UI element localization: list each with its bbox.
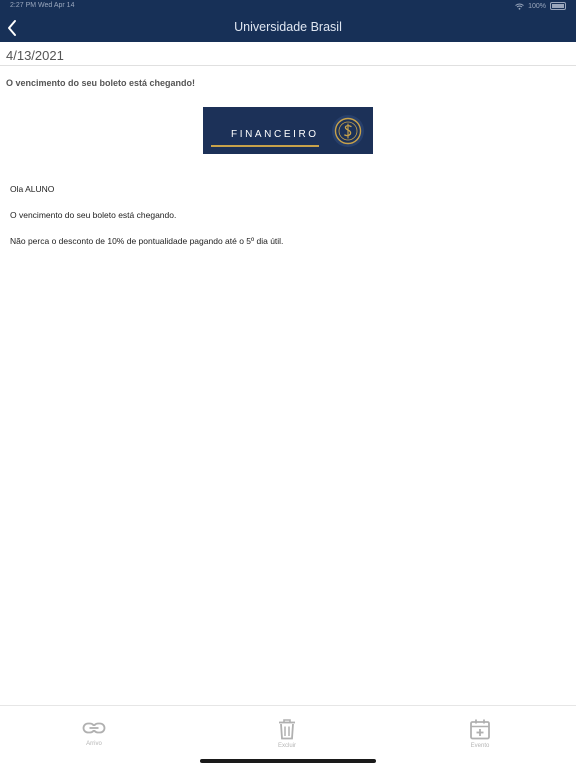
tab-label: Excluir <box>277 743 296 749</box>
battery-percent: 100% <box>528 2 546 10</box>
nav-header: 2:27 PM Wed Apr 14 100% Universidade Bra… <box>0 0 576 42</box>
banner-underline <box>211 145 319 147</box>
body-line-1: O vencimento do seu boleto está chegando… <box>10 210 177 220</box>
body-line-2: Não perca o desconto de 10% de pontualid… <box>10 236 284 246</box>
home-indicator <box>200 759 376 763</box>
tab-excluir[interactable]: Excluir <box>257 718 317 749</box>
message-subject: O vencimento do seu boleto está chegando… <box>6 78 196 88</box>
status-bar: 2:27 PM Wed Apr 14 100% <box>10 2 566 12</box>
message-date: 4/13/2021 <box>6 48 64 63</box>
tab-evento[interactable]: Evento <box>450 718 510 749</box>
tab-arrivo[interactable]: Arrivo <box>64 718 124 747</box>
tab-label: Arrivo <box>86 741 102 747</box>
status-right: 100% <box>515 2 566 10</box>
link-icon <box>82 722 106 734</box>
financeiro-banner: FINANCEIRO <box>203 107 373 154</box>
tab-label: Evento <box>470 743 490 749</box>
dollar-coin-icon <box>332 115 364 147</box>
calendar-plus-icon <box>470 719 490 740</box>
banner-text: FINANCEIRO <box>231 129 319 140</box>
page-title: Universidade Brasil <box>234 20 342 34</box>
trash-icon <box>279 719 295 740</box>
greeting-text: Ola ALUNO <box>10 184 55 194</box>
status-time: 2:27 PM Wed Apr 14 <box>10 2 75 9</box>
battery-icon <box>550 2 566 10</box>
divider <box>0 65 576 66</box>
wifi-icon <box>515 3 524 10</box>
